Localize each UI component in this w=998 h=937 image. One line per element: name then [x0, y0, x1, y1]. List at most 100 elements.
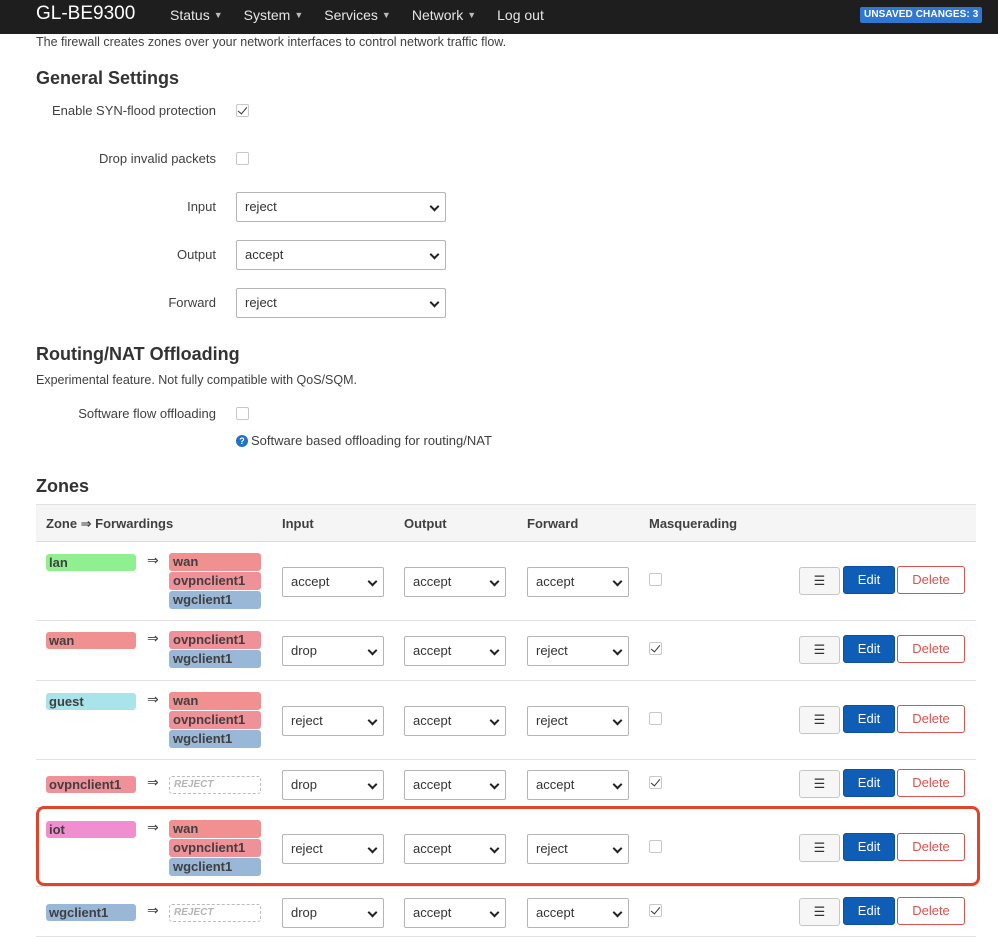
sw-offload-checkbox[interactable] — [236, 407, 249, 420]
sw-offload-hint: ? Software based offloading for routing/N… — [236, 433, 492, 448]
ovpnclient1-output-select[interactable]: accept — [404, 770, 506, 800]
syn-flood-checkbox[interactable] — [236, 104, 249, 117]
guest-reorder-button[interactable]: ☰ — [799, 706, 840, 734]
input-policy-select[interactable]: reject — [236, 192, 446, 222]
menu-status[interactable]: Status ▼ — [170, 0, 223, 34]
menu-services-label: Services — [324, 7, 378, 23]
wan-reorder-button[interactable]: ☰ — [799, 636, 840, 664]
wan-output-select[interactable]: accept — [404, 636, 506, 666]
wgclient1-input-select[interactable]: drop — [282, 898, 384, 928]
zone-tag-wan[interactable]: wan — [46, 632, 136, 649]
lan-forward-select[interactable]: accept — [527, 567, 629, 597]
unsaved-changes-badge[interactable]: UNSAVED CHANGES: 3 — [860, 7, 983, 23]
chevron-down-icon — [367, 576, 378, 587]
forwarding-tag-wan[interactable]: wan — [169, 553, 261, 571]
zone-row-wan: wan ⇒ ovpnclient1 wgclient1 drop accept reject… — [36, 621, 976, 681]
forwarding-tag-ovpnclient1[interactable]: ovpnclient1 — [169, 631, 261, 649]
forwarding-tag-wgclient1[interactable]: wgclient1 — [169, 858, 261, 876]
lan-delete-button[interactable]: Delete — [897, 566, 965, 594]
lan-output-select[interactable]: accept — [404, 567, 506, 597]
iot-edit-button[interactable]: Edit — [843, 833, 895, 861]
chevron-down-icon — [489, 645, 500, 656]
forwarding-tag-wgclient1[interactable]: wgclient1 — [169, 591, 261, 609]
chevron-down-icon — [612, 715, 623, 726]
ovpnclient1-edit-button[interactable]: Edit — [843, 769, 895, 797]
lan-output-value: accept — [413, 574, 452, 589]
ovpnclient1-masquerading-checkbox[interactable] — [649, 776, 662, 789]
forward-policy-select[interactable]: reject — [236, 288, 446, 318]
forward-policy-value: reject — [245, 295, 277, 310]
menu-services[interactable]: Services ▼ — [324, 0, 391, 34]
chevron-down-icon — [367, 645, 378, 656]
menu-network[interactable]: Network ▼ — [412, 0, 476, 34]
wan-delete-button[interactable]: Delete — [897, 635, 965, 663]
zone-tag-lan[interactable]: lan — [46, 554, 136, 571]
forwarding-tag-ovpnclient1[interactable]: ovpnclient1 — [169, 572, 261, 590]
ovpnclient1-input-select[interactable]: drop — [282, 770, 384, 800]
lan-forward-value: accept — [536, 574, 575, 589]
chevron-down-icon — [489, 907, 500, 918]
col-output: Output — [404, 516, 447, 531]
zone-tag-iot[interactable]: iot — [46, 821, 136, 838]
iot-forward-select[interactable]: reject — [527, 834, 629, 864]
menu-system[interactable]: System ▼ — [244, 0, 304, 34]
iot-reorder-button[interactable]: ☰ — [799, 834, 840, 862]
lan-input-select[interactable]: accept — [282, 567, 384, 597]
iot-forward-value: reject — [536, 841, 568, 856]
wan-input-value: drop — [291, 643, 318, 658]
forward-arrow-icon: ⇒ — [147, 819, 159, 835]
offloading-description: Experimental feature. Not fully compatib… — [36, 373, 357, 387]
zone-row-wgclient1: wgclient1 ⇒ REJECT drop accept accept ☰ Edit Del… — [36, 887, 976, 937]
iot-masquerading-checkbox[interactable] — [649, 840, 662, 853]
wgclient1-forward-select[interactable]: accept — [527, 898, 629, 928]
drop-invalid-label: Drop invalid packets — [98, 151, 216, 166]
wgclient1-reorder-button[interactable]: ☰ — [799, 898, 840, 926]
wan-input-select[interactable]: drop — [282, 636, 384, 666]
wan-masquerading-checkbox[interactable] — [649, 642, 662, 655]
syn-flood-label: Enable SYN-flood protection — [51, 103, 216, 118]
caret-down-icon: ▼ — [381, 10, 391, 20]
ovpnclient1-delete-button[interactable]: Delete — [897, 769, 965, 797]
wgclient1-edit-button[interactable]: Edit — [843, 897, 895, 925]
iot-input-select[interactable]: reject — [282, 834, 384, 864]
menu-logout[interactable]: Log out — [497, 0, 544, 34]
guest-edit-button[interactable]: Edit — [843, 705, 895, 733]
wgclient1-output-select[interactable]: accept — [404, 898, 506, 928]
guest-delete-button[interactable]: Delete — [897, 705, 965, 733]
iot-output-value: accept — [413, 841, 452, 856]
brand-title[interactable]: GL-BE9300 — [36, 3, 135, 25]
drop-invalid-checkbox[interactable] — [236, 152, 249, 165]
input-policy-label: Input — [187, 199, 216, 214]
zone-tag-wgclient1[interactable]: wgclient1 — [46, 904, 136, 921]
wan-forward-value: reject — [536, 643, 568, 658]
wgclient1-forward-value: accept — [536, 905, 575, 920]
ovpnclient1-reorder-button[interactable]: ☰ — [799, 770, 840, 798]
zone-tag-ovpnclient1[interactable]: ovpnclient1 — [46, 776, 136, 793]
lan-masquerading-checkbox[interactable] — [649, 573, 662, 586]
forwarding-tag-wan[interactable]: wan — [169, 820, 261, 838]
wgclient1-masquerading-checkbox[interactable] — [649, 904, 662, 917]
lan-reorder-button[interactable]: ☰ — [799, 567, 840, 595]
wan-forward-select[interactable]: reject — [527, 636, 629, 666]
lan-edit-button[interactable]: Edit — [843, 566, 895, 594]
chevron-down-icon — [612, 779, 623, 790]
wan-edit-button[interactable]: Edit — [843, 635, 895, 663]
caret-down-icon: ▼ — [213, 10, 223, 20]
output-policy-select[interactable]: accept — [236, 240, 446, 270]
forwarding-tag-ovpnclient1[interactable]: ovpnclient1 — [169, 839, 261, 857]
forwarding-tag-ovpnclient1[interactable]: ovpnclient1 — [169, 711, 261, 729]
forwarding-tag-wgclient1[interactable]: wgclient1 — [169, 730, 261, 748]
forwarding-tag-wgclient1[interactable]: wgclient1 — [169, 650, 261, 668]
guest-masquerading-checkbox[interactable] — [649, 712, 662, 725]
ovpnclient1-forward-select[interactable]: accept — [527, 770, 629, 800]
general-settings-heading: General Settings — [36, 68, 180, 88]
guest-forward-select[interactable]: reject — [527, 706, 629, 736]
forwarding-reject-tag: REJECT — [169, 904, 261, 922]
zone-tag-guest[interactable]: guest — [46, 693, 136, 710]
forwarding-tag-wan[interactable]: wan — [169, 692, 261, 710]
iot-delete-button[interactable]: Delete — [897, 833, 965, 861]
iot-output-select[interactable]: accept — [404, 834, 506, 864]
guest-output-select[interactable]: accept — [404, 706, 506, 736]
wgclient1-delete-button[interactable]: Delete — [897, 897, 965, 925]
guest-input-select[interactable]: reject — [282, 706, 384, 736]
